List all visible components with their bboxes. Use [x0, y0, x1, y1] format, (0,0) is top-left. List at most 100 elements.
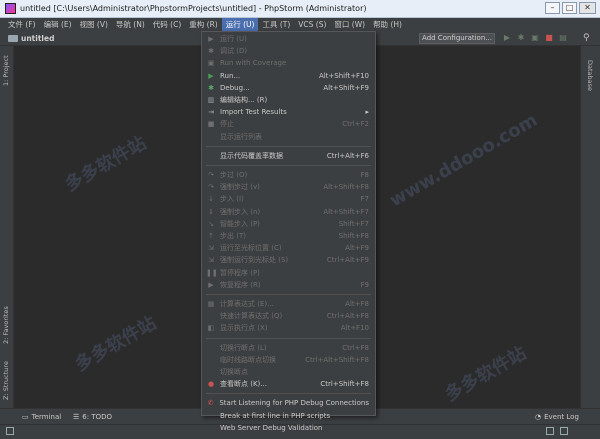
run-menu-item[interactable]: 切换行断点 (L) Ctrl+F8 — [202, 342, 375, 354]
stop-icon: ■ — [207, 120, 215, 129]
breakpoints-icon: ● — [207, 380, 215, 389]
window-title: untitled [C:\Users\Administrator\Phpstor… — [20, 4, 367, 13]
terminal-tab[interactable]: ▭ Terminal — [22, 413, 61, 421]
run-menu-item[interactable]: ▶ Run... Alt+Shift+F10 — [202, 70, 375, 82]
window-controls: – □ ✕ — [545, 2, 596, 14]
favorites-tool-tab[interactable]: 2: Favorites — [2, 306, 10, 344]
run-menu-label: Import Test Results — [220, 108, 287, 117]
run-menu-shortcut: Alt+Shift+F9 — [323, 83, 369, 92]
run-menu-label: Break at first line in PHP scripts — [220, 411, 331, 420]
menu-item[interactable]: 视图 (V) — [76, 18, 112, 31]
run-menu-item[interactable]: Web Server Debug Validation — [202, 422, 375, 434]
run-to-cursor-icon: ⇲ — [208, 244, 214, 253]
run-menu-item[interactable]: ↘ 智能步入 (P) Shift+F7 — [202, 218, 375, 230]
title-bar: untitled [C:\Users\Administrator\Phpstor… — [0, 0, 600, 18]
run-menu-item[interactable]: 显示运行列表 — [202, 131, 375, 143]
coverage-icon[interactable]: ▣ — [530, 33, 540, 43]
run-menu-shortcut: Ctrl+Alt+F6 — [326, 151, 369, 160]
run-menu-dropdown: ▶ 运行 (U) ✱ 调试 (D) ▣ Run with Coverage ▶ Run... A… — [201, 31, 376, 432]
database-tool-tab[interactable]: Database — [586, 60, 594, 91]
run-menu-item[interactable]: ✱ 调试 (D) — [202, 45, 375, 57]
close-button[interactable]: ✕ — [579, 2, 596, 14]
run-menu-item[interactable]: 临时线路断点切换 Ctrl+Alt+Shift+F8 — [202, 354, 375, 366]
menu-item[interactable]: 运行 (U) — [221, 18, 259, 31]
run-menu-shortcut: Ctrl+F8 — [342, 343, 369, 352]
menu-item[interactable]: 帮助 (H) — [369, 18, 406, 31]
menu-item[interactable]: 窗口 (W) — [330, 18, 369, 31]
run-menu-shortcut: Ctrl+Alt+F8 — [326, 312, 369, 321]
run-icon: ▶ — [208, 71, 214, 80]
maximize-button[interactable]: □ — [562, 2, 577, 14]
menu-item[interactable]: 工具 (T) — [258, 18, 294, 31]
search-icon[interactable]: ⚲ — [583, 33, 593, 43]
folder-icon — [8, 34, 18, 42]
run-menu-item[interactable]: ▥ 编辑结构... (R) — [202, 94, 375, 106]
run-menu-item[interactable]: ● 查看断点 (K)... Ctrl+Shift+F8 — [202, 378, 375, 390]
minimize-button[interactable]: – — [545, 2, 560, 14]
run-menu-label: 步入 (I) — [220, 195, 244, 204]
add-configuration-button[interactable]: Add Configuration... — [419, 33, 495, 44]
menu-item[interactable]: VCS (S) — [294, 18, 330, 31]
run-menu-item[interactable]: Break at first line in PHP scripts — [202, 410, 375, 422]
project-breadcrumb[interactable]: untitled — [21, 34, 54, 43]
menu-item[interactable]: 文件 (F) — [4, 18, 40, 31]
project-structure-icon[interactable]: ▤ — [558, 33, 568, 43]
run-menu-label: 计算表达式 (E)... — [220, 300, 274, 308]
stop-icon[interactable]: ■ — [544, 33, 554, 43]
run-menu-item[interactable]: ↑ 步出 (T) Shift+F8 — [202, 230, 375, 242]
tool-windows-icon[interactable] — [6, 427, 14, 435]
run-menu-item[interactable]: 显示代码覆盖率数据 Ctrl+Alt+F6 — [202, 150, 375, 162]
run-menu-item[interactable]: ⇥ Import Test Results ▸ — [202, 106, 375, 118]
run-menu-shortcut: Ctrl+Shift+F8 — [320, 380, 369, 389]
event-log-tab[interactable]: ◔ Event Log — [535, 413, 579, 421]
evaluate-icon: ▦ — [207, 300, 215, 308]
menu-item[interactable]: 编辑 (E) — [40, 18, 76, 31]
run-menu-item[interactable]: ⇓ 强制步入 (n) Alt+Shift+F7 — [202, 206, 375, 218]
structure-tool-tab[interactable]: Z: Structure — [2, 361, 10, 400]
run-menu-item[interactable]: ↷ 步过 (O) F8 — [202, 169, 375, 181]
run-menu-shortcut: Shift+F8 — [338, 232, 369, 240]
run-menu-item[interactable]: ▶ 恢复程序 (R) F9 — [202, 279, 375, 291]
run-menu-label: 智能步入 (P) — [220, 219, 260, 228]
show-exec-point-icon: ◧ — [207, 324, 215, 333]
event-log-label: Event Log — [544, 412, 579, 421]
menu-bar: 文件 (F) 编辑 (E) 视图 (V) 导航 (N) 代码 (C) 重构 (R) 运行 (… — [0, 18, 600, 31]
run-menu-label: Start Listening for PHP Debug Connection… — [219, 399, 369, 408]
right-tool-strip — [580, 46, 600, 408]
run-menu-item[interactable]: ↓ 步入 (I) F7 — [202, 193, 375, 205]
todo-tab[interactable]: ☰ 6: TODO — [73, 413, 112, 421]
run-menu-item[interactable]: ■ 停止 Ctrl+F2 — [202, 118, 375, 130]
run-menu-item[interactable]: ✱ Debug... Alt+Shift+F9 — [202, 82, 375, 94]
run-icon[interactable]: ▶ — [502, 33, 512, 43]
menu-separator — [206, 294, 371, 295]
run-toolbar: ▶ ✱ ▣ ■ ▤ — [502, 33, 568, 43]
terminal-icon: ▭ — [22, 412, 29, 421]
run-menu-label: Debug... — [220, 83, 250, 92]
debug-icon: ✱ — [208, 83, 214, 92]
run-menu-item[interactable]: ⇲ 运行至光标位置 (C) Alt+F9 — [202, 242, 375, 254]
import-icon: ⇥ — [208, 108, 214, 117]
run-menu-item[interactable]: ▣ Run with Coverage — [202, 57, 375, 69]
menu-item[interactable]: 重构 (R) — [185, 18, 221, 31]
run-menu-item[interactable]: ✆ Start Listening for PHP Debug Connectio… — [202, 397, 375, 409]
run-menu-item[interactable]: 快速计算表达式 (Q) Ctrl+Alt+F8 — [202, 310, 375, 322]
run-menu-item[interactable]: ↷ 强制步过 (v) Alt+Shift+F8 — [202, 181, 375, 193]
run-menu-item[interactable]: ▦ 计算表达式 (E)... Alt+F8 — [202, 298, 375, 310]
run-menu-label: 显示运行列表 — [220, 132, 262, 141]
run-menu-shortcut: Ctrl+Alt+Shift+F8 — [305, 355, 369, 364]
run-menu-item[interactable]: ⇲ 强制运行到光标处 (S) Ctrl+Alt+F9 — [202, 254, 375, 266]
resume-icon: ▶ — [208, 280, 214, 289]
run-menu-shortcut: Alt+Shift+F8 — [323, 183, 369, 192]
run-menu-item[interactable]: ◧ 显示执行点 (X) Alt+F10 — [202, 322, 375, 334]
lock-icon[interactable] — [546, 427, 554, 435]
menu-item[interactable]: 导航 (N) — [112, 18, 149, 31]
inspector-icon[interactable] — [560, 427, 568, 435]
run-menu-item[interactable]: 切换断点 — [202, 366, 375, 378]
menu-item[interactable]: 代码 (C) — [149, 18, 185, 31]
run-menu-label: 暂停程序 (P) — [220, 268, 260, 277]
run-menu-item[interactable]: ▶ 运行 (U) — [202, 33, 375, 45]
project-tool-tab[interactable]: 1: Project — [2, 55, 10, 86]
step-into-icon: ↓ — [208, 195, 214, 204]
debug-icon[interactable]: ✱ — [516, 33, 526, 43]
run-menu-item[interactable]: ❚❚ 暂停程序 (P) — [202, 267, 375, 279]
